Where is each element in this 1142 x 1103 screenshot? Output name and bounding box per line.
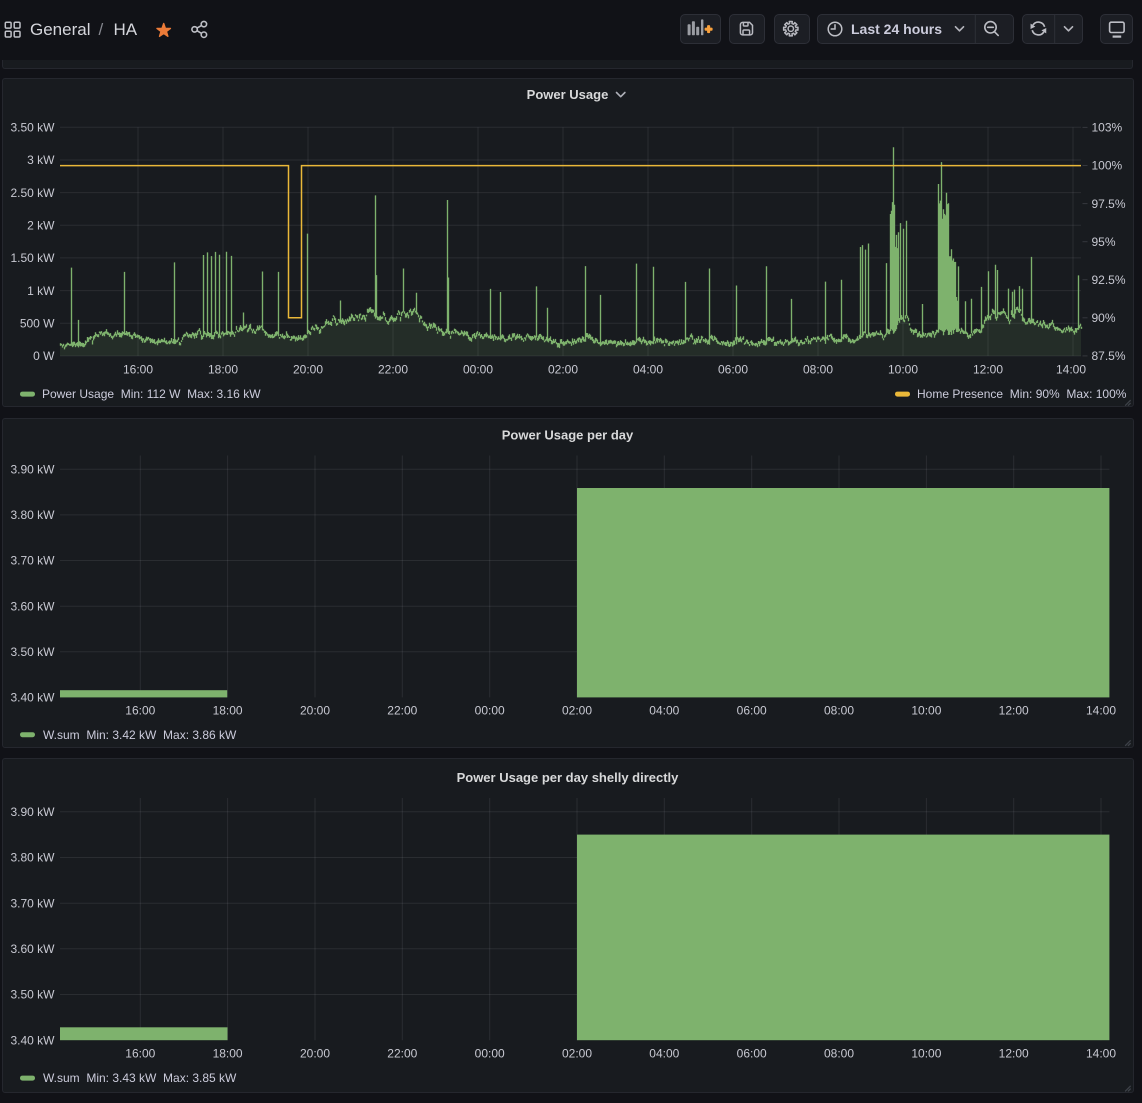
svg-text:06:00: 06:00: [737, 704, 767, 718]
svg-text:1 kW: 1 kW: [27, 284, 55, 298]
svg-text:3.70 kW: 3.70 kW: [10, 896, 55, 910]
svg-text:Power Usage Min: 112 W Max:: Power Usage Min: 112 W Max: 3.16 kW: [42, 387, 261, 401]
svg-text:20:00: 20:00: [300, 704, 330, 718]
svg-text:90%: 90%: [1092, 311, 1116, 325]
svg-text:500 W: 500 W: [20, 316, 55, 330]
svg-text:W.sum Min: 3.43 kW Max: 3.85: W.sum Min: 3.43 kW Max: 3.85 kW: [43, 1071, 237, 1085]
svg-text:06:00: 06:00: [737, 1047, 767, 1061]
svg-text:100%: 100%: [1092, 159, 1123, 173]
svg-text:08:00: 08:00: [803, 363, 833, 377]
svg-text:2 kW: 2 kW: [27, 219, 55, 233]
svg-text:16:00: 16:00: [125, 704, 155, 718]
svg-text:14:00: 14:00: [1086, 1047, 1116, 1061]
svg-text:3 kW: 3 kW: [27, 153, 55, 167]
svg-text:02:00: 02:00: [548, 363, 578, 377]
svg-text:18:00: 18:00: [213, 704, 243, 718]
svg-text:22:00: 22:00: [387, 1047, 417, 1061]
svg-text:20:00: 20:00: [293, 363, 323, 377]
svg-text:06:00: 06:00: [718, 363, 748, 377]
svg-text:1.50 kW: 1.50 kW: [10, 251, 55, 265]
svg-text:18:00: 18:00: [213, 1047, 243, 1061]
svg-text:12:00: 12:00: [973, 363, 1003, 377]
svg-text:20:00: 20:00: [300, 1047, 330, 1061]
svg-text:W.sum Min: 3.42 kW Max: 3.86: W.sum Min: 3.42 kW Max: 3.86 kW: [43, 728, 237, 742]
svg-text:14:00: 14:00: [1086, 704, 1116, 718]
svg-text:10:00: 10:00: [888, 363, 918, 377]
svg-text:3.90 kW: 3.90 kW: [10, 805, 55, 819]
svg-text:02:00: 02:00: [562, 1047, 592, 1061]
svg-text:22:00: 22:00: [378, 363, 408, 377]
svg-text:18:00: 18:00: [208, 363, 238, 377]
svg-text:12:00: 12:00: [999, 1047, 1029, 1061]
svg-text:14:00: 14:00: [1056, 363, 1086, 377]
svg-text:10:00: 10:00: [911, 704, 941, 718]
svg-text:00:00: 00:00: [463, 363, 493, 377]
svg-text:3.40 kW: 3.40 kW: [10, 691, 55, 705]
svg-text:2.50 kW: 2.50 kW: [10, 186, 55, 200]
svg-text:3.40 kW: 3.40 kW: [10, 1033, 55, 1047]
svg-text:Power Usage: Power Usage: [527, 87, 609, 102]
svg-text:02:00: 02:00: [562, 704, 592, 718]
svg-text:Home Presence Min: 90% Max:: Home Presence Min: 90% Max: 100%: [917, 387, 1127, 401]
svg-text:04:00: 04:00: [633, 363, 663, 377]
svg-text:3.60 kW: 3.60 kW: [10, 942, 55, 956]
svg-text:3.50 kW: 3.50 kW: [10, 121, 55, 135]
svg-text:3.50 kW: 3.50 kW: [10, 645, 55, 659]
svg-text:12:00: 12:00: [999, 704, 1029, 718]
svg-text:3.60 kW: 3.60 kW: [10, 599, 55, 613]
svg-text:3.80 kW: 3.80 kW: [10, 851, 55, 865]
svg-text:3.50 kW: 3.50 kW: [10, 988, 55, 1002]
svg-text:04:00: 04:00: [649, 1047, 679, 1061]
svg-text:08:00: 08:00: [824, 1047, 854, 1061]
svg-text:103%: 103%: [1092, 121, 1123, 135]
svg-text:00:00: 00:00: [475, 1047, 505, 1061]
svg-text:95%: 95%: [1092, 235, 1116, 249]
svg-text:16:00: 16:00: [125, 1047, 155, 1061]
svg-text:0 W: 0 W: [33, 349, 55, 363]
svg-text:3.70 kW: 3.70 kW: [10, 554, 55, 568]
svg-text:04:00: 04:00: [649, 704, 679, 718]
svg-text:87.5%: 87.5%: [1092, 349, 1126, 363]
svg-text:08:00: 08:00: [824, 704, 854, 718]
svg-text:Last 24 hours: Last 24 hours: [851, 21, 942, 37]
svg-text:Power Usage per day: Power Usage per day: [502, 427, 634, 442]
svg-text:22:00: 22:00: [387, 704, 417, 718]
svg-text:92.5%: 92.5%: [1092, 273, 1126, 287]
svg-text:3.90 kW: 3.90 kW: [10, 463, 55, 477]
svg-text:00:00: 00:00: [475, 704, 505, 718]
svg-text:97.5%: 97.5%: [1092, 197, 1126, 211]
svg-text:3.80 kW: 3.80 kW: [10, 508, 55, 522]
svg-text:Power Usage per day shelly dir: Power Usage per day shelly directly: [457, 770, 680, 785]
svg-text:10:00: 10:00: [911, 1047, 941, 1061]
svg-text:16:00: 16:00: [123, 363, 153, 377]
